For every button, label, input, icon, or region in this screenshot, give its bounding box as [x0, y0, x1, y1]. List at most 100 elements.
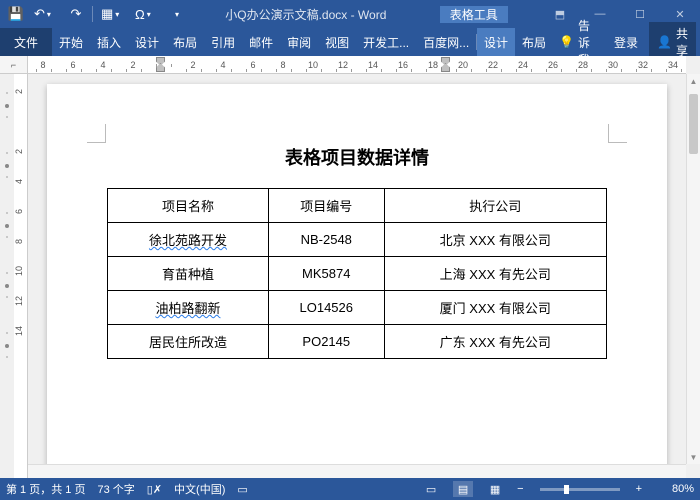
table-cell[interactable]: 徐北苑路开发: [108, 223, 269, 257]
tab-mailings[interactable]: 邮件: [242, 28, 280, 56]
nav-dot: [5, 224, 9, 228]
tab-insert[interactable]: 插入: [90, 28, 128, 56]
bulb-icon: 💡: [559, 35, 574, 49]
table-cell[interactable]: MK5874: [268, 257, 384, 291]
scroll-thumb[interactable]: [689, 94, 698, 154]
print-layout-icon[interactable]: ▤: [453, 481, 473, 497]
ribbon-tabs: 文件 开始 插入 设计 布局 引用 邮件 审阅 视图 开发工... 百度网...…: [0, 28, 700, 56]
ruler-tick: 4: [88, 60, 118, 70]
scroll-up-icon[interactable]: ▲: [687, 74, 700, 88]
horizontal-ruler[interactable]: 8642246810121416182022242628303234363840: [28, 56, 686, 74]
context-tab-label: 表格工具: [440, 6, 508, 23]
ruler-tick: 4: [208, 60, 238, 70]
tab-references[interactable]: 引用: [204, 28, 242, 56]
tab-baidu[interactable]: 百度网...: [416, 28, 476, 56]
nav-dots: [0, 74, 14, 478]
ruler-tick: 6: [58, 60, 88, 70]
ruler-tick: 8: [28, 60, 58, 70]
ruler-tick: 2: [178, 60, 208, 70]
accessibility-icon[interactable]: ▭: [237, 483, 247, 496]
document-area[interactable]: 表格项目数据详情 项目名称项目编号执行公司徐北苑路开发NB-2548北京 XXX…: [28, 74, 686, 478]
table-cell[interactable]: LO14526: [268, 291, 384, 325]
ruler-tick: 16: [388, 60, 418, 70]
table-cell[interactable]: 北京 XXX 有限公司: [384, 223, 606, 257]
table-row[interactable]: 油柏路翻新LO14526厦门 XXX 有限公司: [108, 291, 607, 325]
ruler-tick: 2: [118, 60, 148, 70]
ruler-tick: 12: [328, 60, 358, 70]
undo-button[interactable]: ↶: [30, 2, 62, 26]
ruler-tick: 10: [298, 60, 328, 70]
ruler-tick: 20: [448, 60, 478, 70]
table-row[interactable]: 居民住所改造PO2145广东 XXX 有先公司: [108, 325, 607, 359]
table-row[interactable]: 徐北苑路开发NB-2548北京 XXX 有限公司: [108, 223, 607, 257]
ruler-tick: 14: [14, 314, 24, 344]
table-header-cell[interactable]: 项目编号: [268, 189, 384, 223]
workspace: ⌐ 86422468101214161820222426283032343638…: [0, 56, 700, 478]
ruler-tick: 34: [658, 60, 686, 70]
tab-file[interactable]: 文件: [0, 28, 52, 56]
quick-access-toolbar: 💾 ↶ ↷ ▦ Ω ▾: [0, 2, 193, 26]
page-indicator[interactable]: 第 1 页，共 1 页: [6, 481, 85, 497]
data-table[interactable]: 项目名称项目编号执行公司徐北苑路开发NB-2548北京 XXX 有限公司育苗种植…: [107, 188, 607, 359]
tab-design[interactable]: 设计: [128, 28, 166, 56]
ruler-tick: 6: [238, 60, 268, 70]
tab-table-layout[interactable]: 布局: [515, 28, 553, 56]
table-cell[interactable]: 上海 XXX 有先公司: [384, 257, 606, 291]
ruler-corner[interactable]: ⌐: [0, 56, 28, 74]
tab-developer[interactable]: 开发工...: [356, 28, 416, 56]
redo-button[interactable]: ↷: [64, 2, 88, 26]
ruler-tick: 24: [508, 60, 538, 70]
table-row[interactable]: 育苗种植MK5874上海 XXX 有先公司: [108, 257, 607, 291]
table-tool-icon[interactable]: ▦: [97, 2, 129, 26]
tab-review[interactable]: 审阅: [280, 28, 318, 56]
tab-table-design[interactable]: 设计: [477, 28, 515, 56]
table-cell[interactable]: 居民住所改造: [108, 325, 269, 359]
ruler-tick: 32: [628, 60, 658, 70]
window-title: 小Q办公演示文稿.docx - Word 表格工具: [193, 6, 540, 23]
table-cell[interactable]: PO2145: [268, 325, 384, 359]
table-header-cell[interactable]: 执行公司: [384, 189, 606, 223]
nav-dot: [5, 284, 9, 288]
tab-view[interactable]: 视图: [318, 28, 356, 56]
share-label: 共享: [676, 25, 688, 59]
ruler-tick: 26: [538, 60, 568, 70]
ruler-tick: 30: [598, 60, 628, 70]
table-cell[interactable]: 育苗种植: [108, 257, 269, 291]
web-layout-icon[interactable]: ▦: [485, 481, 505, 497]
zoom-slider[interactable]: [540, 488, 620, 491]
tab-home[interactable]: 开始: [52, 28, 90, 56]
table-header-cell[interactable]: 项目名称: [108, 189, 269, 223]
ruler-tick: 6: [14, 194, 24, 224]
table-cell[interactable]: 广东 XXX 有先公司: [384, 325, 606, 359]
zoom-level[interactable]: 80%: [654, 483, 694, 495]
vertical-ruler[interactable]: 22468101214: [14, 74, 28, 478]
scroll-down-icon[interactable]: ▼: [687, 450, 700, 464]
ruler-tick: 2: [14, 134, 24, 164]
read-mode-icon[interactable]: ▭: [421, 481, 441, 497]
login-button[interactable]: 登录: [607, 28, 645, 56]
status-bar: 第 1 页，共 1 页 73 个字 ▯✗ 中文(中国) ▭ ▭ ▤ ▦ − + …: [0, 478, 700, 500]
tab-layout[interactable]: 布局: [166, 28, 204, 56]
nav-dot: [5, 344, 9, 348]
word-count[interactable]: 73 个字: [97, 481, 134, 497]
ruler-tick: 8: [268, 60, 298, 70]
zoom-in-button[interactable]: +: [636, 483, 642, 495]
zoom-knob[interactable]: [564, 485, 569, 494]
omega-icon[interactable]: Ω: [131, 2, 163, 26]
proofing-icon[interactable]: ▯✗: [147, 483, 162, 496]
table-cell[interactable]: NB-2548: [268, 223, 384, 257]
document-heading[interactable]: 表格项目数据详情: [107, 144, 607, 170]
zoom-out-button[interactable]: −: [517, 483, 523, 495]
table-cell[interactable]: 厦门 XXX 有限公司: [384, 291, 606, 325]
ruler-tick: 14: [358, 60, 388, 70]
vertical-scrollbar[interactable]: ▲ ▼: [686, 74, 700, 464]
save-icon[interactable]: 💾: [4, 2, 28, 26]
table-row[interactable]: 项目名称项目编号执行公司: [108, 189, 607, 223]
horizontal-scrollbar[interactable]: [28, 464, 686, 478]
ruler-tick: 28: [568, 60, 598, 70]
qat-customize-icon[interactable]: ▾: [165, 2, 189, 26]
indent-marker[interactable]: [156, 63, 165, 72]
language-indicator[interactable]: 中文(中国): [174, 481, 225, 497]
table-cell[interactable]: 油柏路翻新: [108, 291, 269, 325]
page[interactable]: 表格项目数据详情 项目名称项目编号执行公司徐北苑路开发NB-2548北京 XXX…: [47, 84, 667, 478]
